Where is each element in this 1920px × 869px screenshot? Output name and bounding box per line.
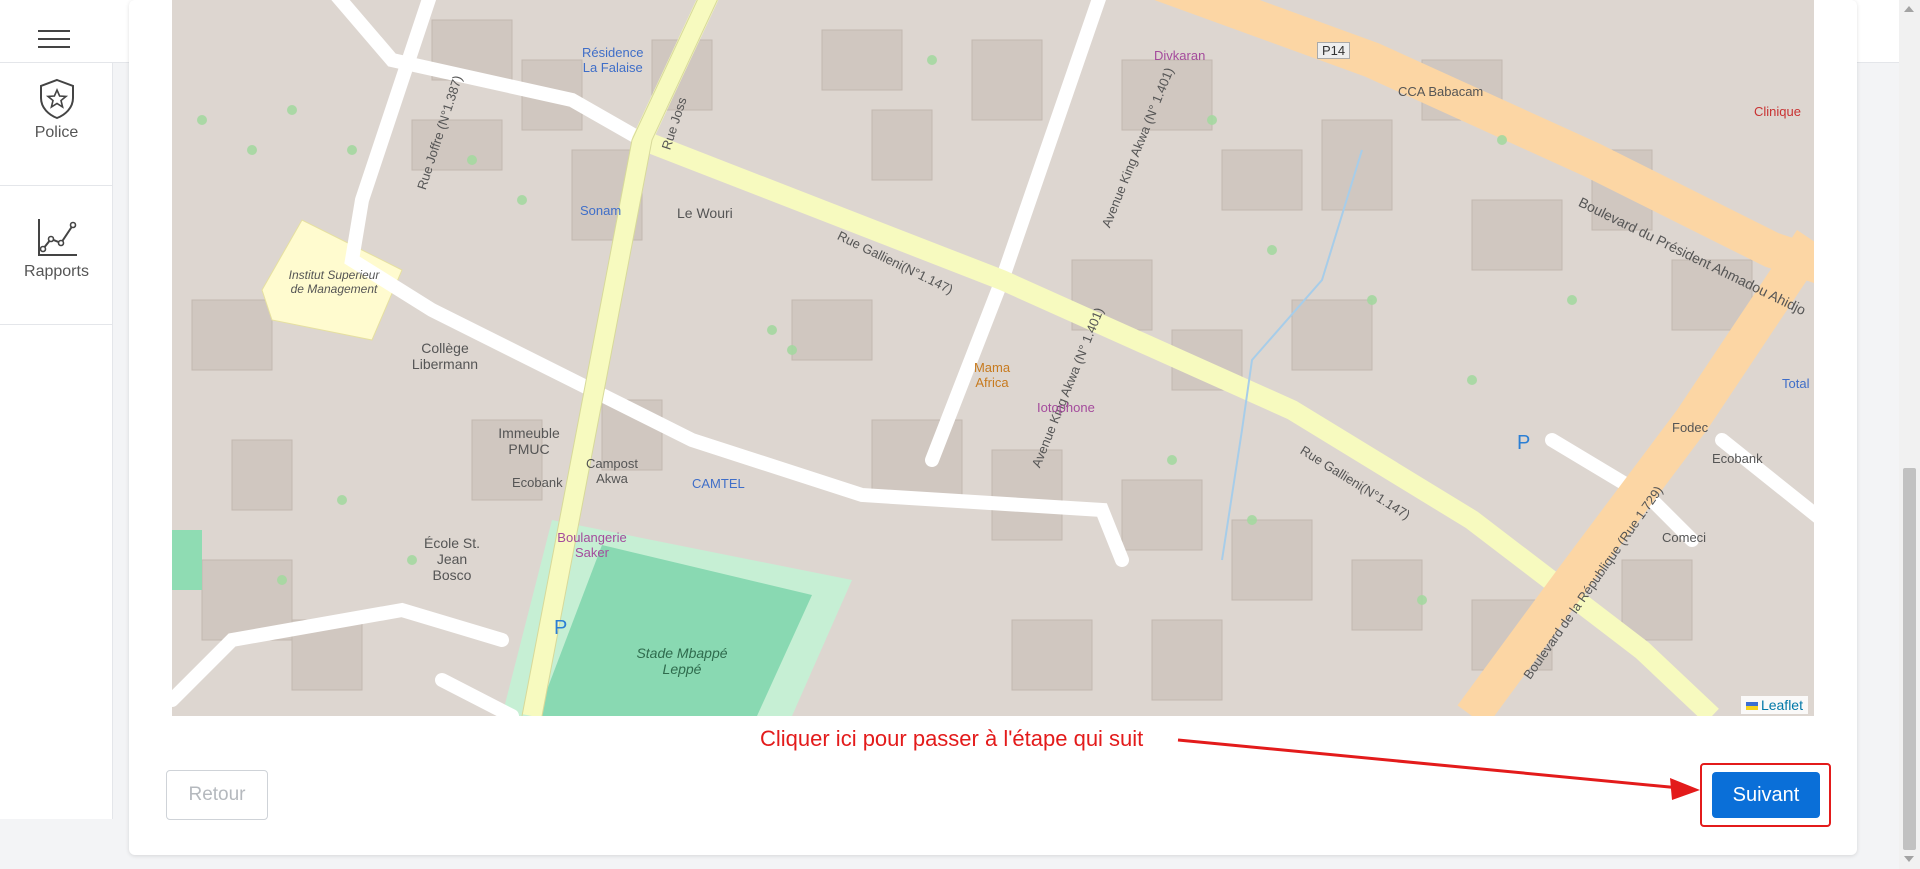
map-label-comeci: Comeci: [1662, 530, 1707, 545]
map-label-camtel: CAMTEL: [692, 476, 745, 491]
map-label-institut: Institut Superieur de Management: [288, 268, 380, 296]
map-label-cca: CCA Babacam: [1398, 84, 1484, 99]
sidebar-item-police[interactable]: Police: [0, 78, 113, 186]
scroll-up-icon[interactable]: [1904, 6, 1914, 12]
map-label-clinique: Clinique: [1754, 104, 1801, 119]
map-label-college: Collège Libermann: [411, 340, 479, 372]
map-label-sonam: Sonam: [580, 203, 622, 218]
retour-button[interactable]: Retour: [166, 770, 268, 820]
map-label-p14: P14: [1317, 42, 1351, 59]
map-label-ecole: École St. Jean Bosco: [423, 535, 481, 583]
police-badge-icon: [39, 78, 74, 120]
annotation-text: Cliquer ici pour passer à l'étape qui su…: [760, 726, 1144, 751]
map-label-stade: Stade Mbappé Leppé: [636, 645, 728, 677]
map-label-fodec: Fodec: [1672, 420, 1709, 435]
map-label-divkaran: Divkaran: [1154, 48, 1206, 63]
sidebar: Police Rapports: [0, 63, 113, 819]
map-label-mama-africa: Mama Africa: [973, 360, 1011, 390]
map-parking-icon: P: [554, 617, 568, 639]
map-label-ecobank-1: Ecobank: [512, 475, 563, 490]
map-label-iotophone: Iotophone: [1037, 400, 1095, 415]
hamburger-icon[interactable]: [38, 26, 72, 50]
scroll-down-icon[interactable]: [1904, 856, 1914, 862]
map-label-immeuble: Immeuble PMUC: [498, 425, 560, 457]
map-label-residence: Résidence La Falaise: [582, 45, 644, 75]
sidebar-item-label: Rapports: [24, 263, 89, 280]
flag-icon: [1745, 702, 1758, 711]
leaflet-attribution-text: Leaflet: [1760, 697, 1803, 713]
leaflet-attribution-link[interactable]: Leaflet: [1740, 696, 1808, 714]
map-label-le-wouri: Le Wouri: [677, 205, 733, 221]
map-label-campost: Campost Akwa: [585, 456, 639, 486]
line-chart-icon: [37, 219, 77, 256]
sidebar-item-label: Police: [34, 124, 79, 141]
suivant-button[interactable]: Suivant: [1712, 772, 1820, 818]
map-label-boulangerie: Boulangerie Saker: [557, 530, 627, 560]
map-view[interactable]: Résidence La Falaise Divkaran P14 CCA Ba…: [172, 0, 1814, 716]
scroll-thumb[interactable]: [1903, 468, 1916, 850]
page-scrollbar[interactable]: [1899, 0, 1920, 869]
map-label-ecobank-2: Ecobank: [1712, 451, 1763, 466]
map-parking-icon: P: [1517, 432, 1531, 454]
sidebar-item-rapports[interactable]: Rapports: [0, 217, 113, 325]
map-label-total: Total: [1782, 376, 1810, 391]
